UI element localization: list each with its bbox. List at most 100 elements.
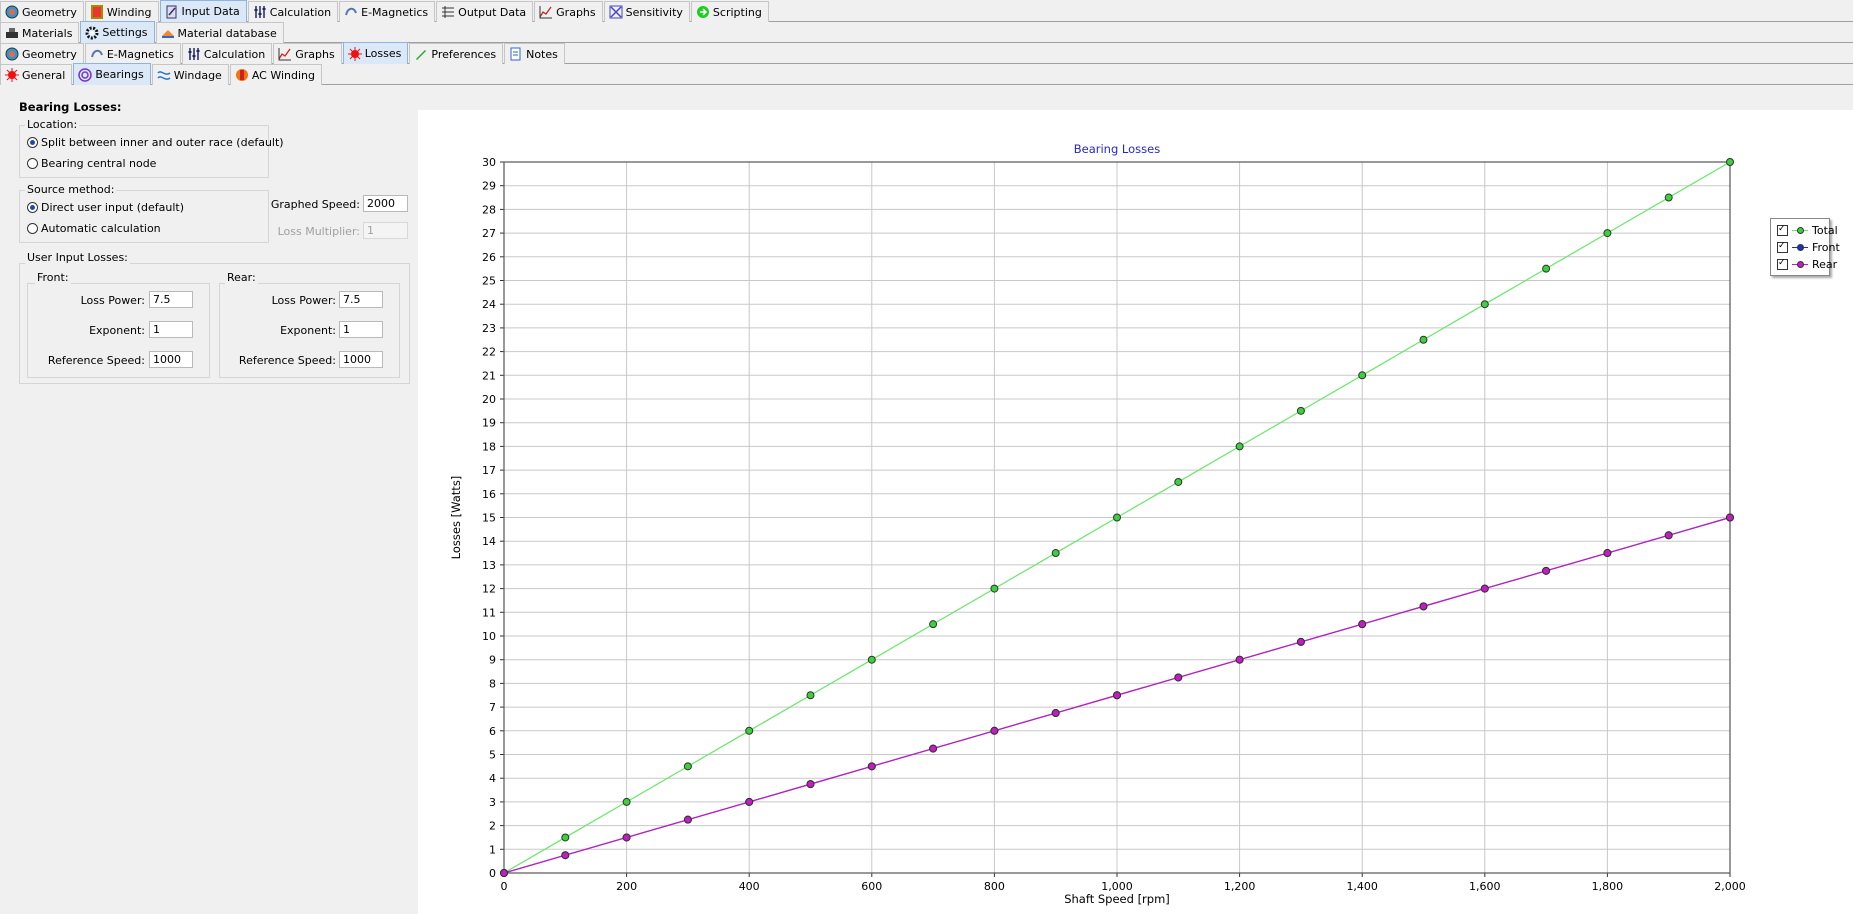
radio-button-icon xyxy=(27,223,38,234)
graphed-speed-input[interactable]: 2000 xyxy=(363,195,408,212)
legend-checkbox[interactable] xyxy=(1777,257,1788,270)
y-tick-label: 26 xyxy=(482,251,496,264)
tab-losses-general[interactable]: General xyxy=(0,64,73,85)
legend-item-rear[interactable]: Rear xyxy=(1777,257,1837,271)
graphs-icon xyxy=(278,47,292,61)
legend-checkbox[interactable] xyxy=(1777,223,1788,236)
rear-reference-speed-label: Reference Speed: xyxy=(238,354,336,367)
location-group-title: Location: xyxy=(25,118,80,131)
tab-main-e-magnetics[interactable]: E-Magnetics xyxy=(339,1,436,22)
data-point-total xyxy=(1174,477,1183,486)
x-tick-label: 600 xyxy=(861,880,882,893)
tab-losses-windage[interactable]: Windage xyxy=(151,64,229,85)
y-tick-label: 30 xyxy=(482,156,496,169)
x-tick-label: 400 xyxy=(739,880,760,893)
legend-checkbox[interactable] xyxy=(1777,240,1788,253)
settings-tab-strip: Geometry E-Magnetics Calculation Graphs Loss… xyxy=(0,42,1853,64)
y-tick-label: 15 xyxy=(482,512,496,525)
location-option-central[interactable]: Bearing central node xyxy=(27,157,156,170)
ac-winding-icon xyxy=(235,68,249,82)
tab-settings-geometry[interactable]: Geometry xyxy=(0,43,84,64)
front-exponent-input[interactable]: 1 xyxy=(149,321,193,338)
tab-settings-graphs[interactable]: Graphs xyxy=(273,43,342,64)
general-icon xyxy=(5,68,19,82)
y-tick-label: 24 xyxy=(482,298,496,311)
tab-input-materials[interactable]: Materials xyxy=(0,22,80,43)
data-point-total xyxy=(1358,371,1367,380)
x-tick-label: 200 xyxy=(616,880,637,893)
rear-exponent-input[interactable]: 1 xyxy=(339,321,383,338)
data-point-rear xyxy=(867,762,876,771)
tab-main-output-data[interactable]: Output Data xyxy=(436,1,534,22)
x-tick-label: 2,000 xyxy=(1714,880,1746,893)
sensitivity-icon xyxy=(609,5,623,19)
tab-main-sensitivity[interactable]: Sensitivity xyxy=(603,1,690,22)
front-reference-speed-input[interactable]: 1000 xyxy=(149,351,193,368)
data-point-total xyxy=(929,620,938,629)
data-point-rear xyxy=(561,851,570,860)
emagnetics-icon xyxy=(90,47,104,61)
y-tick-label: 12 xyxy=(482,583,496,596)
tab-settings-preferences[interactable]: Preferences xyxy=(409,43,504,64)
x-tick-label: 1,800 xyxy=(1592,880,1624,893)
tab-losses-bearings[interactable]: Bearings xyxy=(73,63,151,85)
y-tick-label: 4 xyxy=(489,772,496,785)
legend-label: Front xyxy=(1812,241,1840,254)
rear-loss-power-input[interactable]: 7.5 xyxy=(339,291,383,308)
tab-input-settings[interactable]: Settings xyxy=(80,21,155,43)
data-point-total xyxy=(1480,300,1489,309)
source-option-direct[interactable]: Direct user input (default) xyxy=(27,201,184,214)
x-axis-label: Shaft Speed [rpm] xyxy=(1064,892,1170,906)
x-tick-label: 0 xyxy=(501,880,508,893)
rear-reference-speed-input[interactable]: 1000 xyxy=(339,351,383,368)
tab-label: Notes xyxy=(526,47,558,61)
tab-label: Winding xyxy=(106,5,152,19)
data-point-rear xyxy=(1542,566,1551,575)
tab-label: Calculation xyxy=(203,47,266,61)
source-method-group xyxy=(19,190,269,243)
y-tick-label: 6 xyxy=(489,725,496,738)
front-loss-power-label: Loss Power: xyxy=(80,294,145,307)
source-option-automatic[interactable]: Automatic calculation xyxy=(27,222,161,235)
tab-main-graphs[interactable]: Graphs xyxy=(534,1,603,22)
data-point-total xyxy=(745,726,754,735)
tab-settings-notes[interactable]: Notes xyxy=(504,43,565,64)
tab-main-winding[interactable]: Winding xyxy=(84,1,159,22)
bearing-losses-chart-area: 0 1 2 3 4 5 6 7 8 9 10 11 12 13 14 15 16 17 18 19 20 21 22 23 24… xyxy=(418,110,1853,914)
tab-main-input-data[interactable]: Input Data xyxy=(159,0,247,22)
geometry-icon xyxy=(5,5,19,19)
tab-settings-e-magnetics[interactable]: E-Magnetics xyxy=(84,43,181,64)
legend-marker xyxy=(1792,260,1808,269)
y-tick-label: 0 xyxy=(489,867,496,880)
legend-item-front[interactable]: Front xyxy=(1777,240,1840,254)
tab-main-geometry[interactable]: Geometry xyxy=(0,1,84,22)
tab-settings-losses[interactable]: Losses xyxy=(342,42,409,64)
y-tick-label: 3 xyxy=(489,796,496,809)
graphs-icon xyxy=(539,5,553,19)
radio-button-icon xyxy=(27,158,38,169)
radio-button-icon xyxy=(27,137,38,148)
y-tick-label: 27 xyxy=(482,227,496,240)
y-tick-label: 20 xyxy=(482,393,496,406)
front-loss-power-input[interactable]: 7.5 xyxy=(149,291,193,308)
y-tick-label: 2 xyxy=(489,820,496,833)
legend-item-total[interactable]: Total xyxy=(1777,223,1838,237)
tab-input-material-database[interactable]: Material database xyxy=(155,22,284,43)
y-tick-label: 9 xyxy=(489,654,496,667)
tab-label: E-Magnetics xyxy=(361,5,429,19)
tab-main-calculation[interactable]: Calculation xyxy=(247,1,339,22)
data-point-total xyxy=(1664,193,1673,202)
panel-title: Bearing Losses: xyxy=(19,100,122,114)
x-tick-label: 1,400 xyxy=(1346,880,1378,893)
data-point-total xyxy=(1296,406,1305,415)
chart-legend: Total Front Rear xyxy=(1770,218,1840,276)
y-tick-label: 7 xyxy=(489,701,496,714)
tab-settings-calculation[interactable]: Calculation xyxy=(181,43,273,64)
tab-losses-ac-winding[interactable]: AC Winding xyxy=(229,64,322,85)
data-point-total xyxy=(622,797,631,806)
tab-main-scripting[interactable]: Scripting xyxy=(690,1,769,22)
location-option-split[interactable]: Split between inner and outer race (defa… xyxy=(27,136,284,149)
bearing-losses-chart: 0123456789101112131415161718192021222324… xyxy=(449,142,1746,906)
data-point-rear xyxy=(1419,602,1428,611)
y-tick-label: 18 xyxy=(482,440,496,453)
